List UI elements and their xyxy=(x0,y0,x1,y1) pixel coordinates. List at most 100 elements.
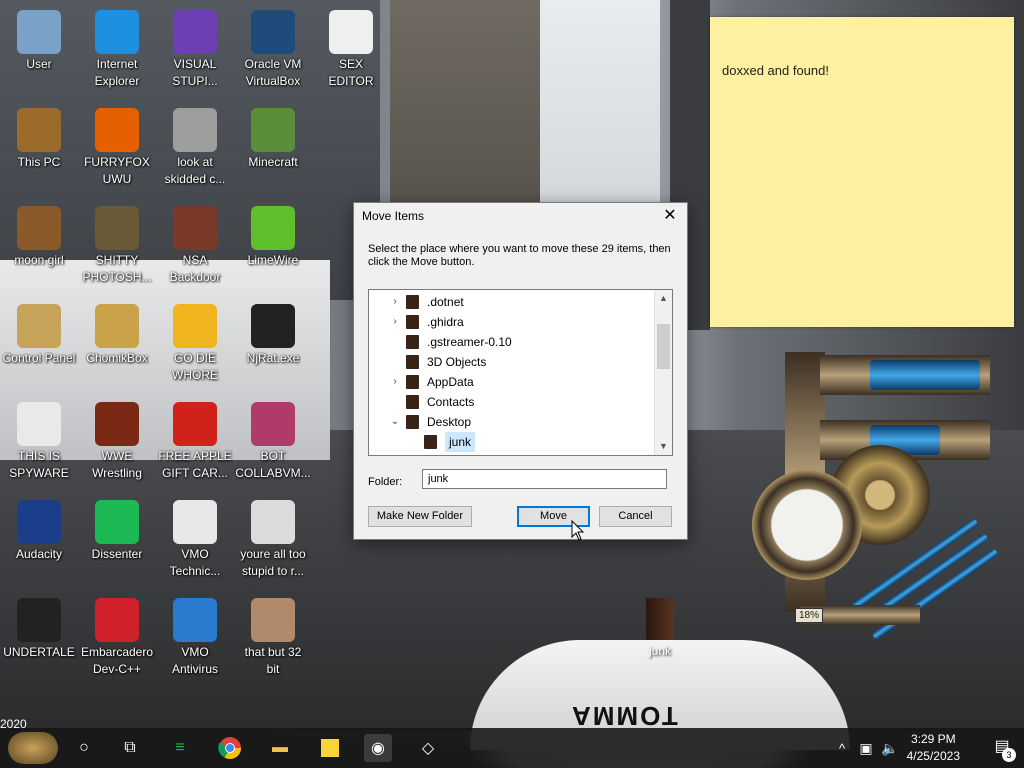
folder-icon xyxy=(406,375,419,389)
desktop-icon-label: VMO Antivirus xyxy=(171,645,218,676)
desktop-icon-label: Dissenter xyxy=(91,547,143,561)
cancel-button[interactable]: Cancel xyxy=(599,506,672,527)
chevron-down-icon[interactable]: ⌄ xyxy=(389,412,401,432)
grass-block-icon xyxy=(251,108,295,152)
desktop-icon-virtualbox[interactable]: Oracle VM VirtualBox xyxy=(234,10,312,90)
desktop-icon-dissenter[interactable]: Dissenter xyxy=(78,500,156,563)
system-clock[interactable]: 3:29 PM 4/25/2023 xyxy=(907,731,960,765)
edge-icon xyxy=(95,10,139,54)
notification-icon[interactable]: ▤ 3 xyxy=(990,736,1016,762)
move-items-dialog[interactable]: Move Items ✕ Select the place where you … xyxy=(353,202,688,540)
desktop-icon-control-panel[interactable]: Control Panel xyxy=(0,304,78,367)
tree-item-junk[interactable]: junk xyxy=(369,432,649,452)
tree-item-ghidra[interactable]: › .ghidra xyxy=(369,312,649,332)
tree-item-label: .dotnet xyxy=(427,295,464,309)
scroll-up-icon[interactable]: ▲ xyxy=(655,290,672,307)
gadget-tube xyxy=(870,360,980,390)
task-view-icon[interactable]: ⧉ xyxy=(116,734,144,762)
scroll-thumb[interactable] xyxy=(657,324,670,369)
search-icon[interactable]: ○ xyxy=(70,734,98,762)
desktop-icon-label: WWE Wrestling xyxy=(92,449,142,480)
desktop-icon-vmo-technician[interactable]: VMO Technic... xyxy=(156,500,234,580)
desktop-icon-label: look at skidded c... xyxy=(164,155,226,186)
desktop-icon-internet-explorer[interactable]: Internet Explorer xyxy=(78,10,156,90)
make-new-folder-button[interactable]: Make New Folder xyxy=(368,506,472,527)
desktop-icon-label: Audacity xyxy=(15,547,63,561)
tree-item-gstreamer-0-10[interactable]: .gstreamer-0.10 xyxy=(369,332,649,352)
desktop-icon-label: FURRYFOX UWU xyxy=(84,155,150,186)
folder-label: Folder: xyxy=(368,476,403,488)
tree-item-desktop[interactable]: ⌄ Desktop xyxy=(369,412,649,432)
sticky-note[interactable]: doxxed and found! xyxy=(710,17,1014,327)
desktop-icon-undertale[interactable]: UNDERTALE xyxy=(0,598,78,661)
skull-icon xyxy=(251,304,295,348)
desktop-icon-label: ChomikBox xyxy=(86,351,148,365)
tree-item-dotnet[interactable]: › .dotnet xyxy=(369,292,649,312)
scroll-down-icon[interactable]: ▼ xyxy=(655,438,672,455)
folder-icon xyxy=(646,598,674,640)
hamster-icon xyxy=(95,304,139,348)
firefox-icon xyxy=(95,108,139,152)
webcam-icon[interactable]: ◉ xyxy=(364,734,392,762)
desktop-icon-njrat[interactable]: NjRat.exe xyxy=(234,304,312,367)
tree-item-3d-objects[interactable]: 3D Objects xyxy=(369,352,649,372)
desktop-junk-label: junk xyxy=(648,644,671,658)
gimp-icon xyxy=(95,206,139,250)
desktop-icon-skidded[interactable]: look at skidded c... xyxy=(156,108,234,188)
control-panel-icon xyxy=(17,304,61,348)
desktop-junk-folder[interactable]: junk xyxy=(630,598,690,658)
desktop-icon-furryfox[interactable]: FURRYFOX UWU xyxy=(78,108,156,188)
spotify-icon[interactable]: ≡ xyxy=(166,734,194,762)
folder-tree[interactable]: › .dotnet › .ghidra .gstreamer-0.10 3D Object… xyxy=(368,289,673,456)
desktop-icon-bot-collab[interactable]: BOT COLLABVM... xyxy=(234,402,312,482)
desktop-icon-minecraft[interactable]: Minecraft xyxy=(234,108,312,171)
sticky-note-text[interactable]: doxxed and found! xyxy=(722,63,829,78)
apple-icon xyxy=(173,402,217,446)
desktop-icon-user[interactable]: User xyxy=(0,10,78,73)
desktop-icon-devcpp[interactable]: Embarcadero Dev-C++ xyxy=(78,598,156,678)
desktop-icon-gimp[interactable]: SHITTY PHOTOSH... xyxy=(78,206,156,286)
chevron-right-icon[interactable]: › xyxy=(389,292,401,312)
desktop-icon-free-apple[interactable]: FREE APPLE GIFT CAR... xyxy=(156,402,234,482)
desktop-icon-this-pc[interactable]: This PC xyxy=(0,108,78,171)
computer-icon xyxy=(17,108,61,152)
volume-muted-icon[interactable]: 🔈 xyxy=(876,734,904,762)
desktop-icon-chomikbox[interactable]: ChomikBox xyxy=(78,304,156,367)
desktop-icon-chrome[interactable]: THIS IS SPYWARE xyxy=(0,402,78,482)
tree-item-label: .ghidra xyxy=(427,315,464,329)
limewire-icon xyxy=(251,206,295,250)
tree-item-appdata[interactable]: › AppData xyxy=(369,372,649,392)
chevron-right-icon[interactable]: › xyxy=(389,372,401,392)
chrome-icon[interactable] xyxy=(216,734,244,762)
desktop-icon-audacity[interactable]: Audacity xyxy=(0,500,78,563)
chevron-right-icon[interactable]: › xyxy=(389,312,401,332)
chest-icon xyxy=(173,206,217,250)
desktop-icon-visual-studio[interactable]: VISUAL STUPI... xyxy=(156,10,234,90)
desktop-icon-vmo-antivirus[interactable]: VMO Antivirus xyxy=(156,598,234,678)
tree-item-label: .gstreamer-0.10 xyxy=(427,335,512,349)
tree-item-contacts[interactable]: Contacts xyxy=(369,392,649,412)
spotify-icon xyxy=(95,500,139,544)
desktop-icon-label: LimeWire xyxy=(247,253,299,267)
sticky-notes-icon[interactable] xyxy=(316,734,344,762)
unity-icon[interactable]: ◇ xyxy=(414,734,442,762)
desktop-icon-wwe[interactable]: WWE Wrestling xyxy=(78,402,156,482)
desktop-icon-nsa-backdoor[interactable]: NSA Backdoor xyxy=(156,206,234,286)
desktop-icon-moon-girl[interactable]: moon girl xyxy=(0,206,78,269)
desktop-icon-label: Embarcadero Dev-C++ xyxy=(80,645,154,676)
desktop-icon-go-die[interactable]: GO DIE WHORE xyxy=(156,304,234,384)
desktop-icon-sex-editor[interactable]: SEX EDITOR xyxy=(312,10,390,90)
desktop-icon-stupid[interactable]: youre all too stupid to r... xyxy=(234,500,312,580)
desktop-icon-32bit[interactable]: that but 32 bit xyxy=(234,598,312,678)
shield-icon xyxy=(173,598,217,642)
desktop-icon-limewire[interactable]: LimeWire xyxy=(234,206,312,269)
tree-scrollbar[interactable]: ▲ ▼ xyxy=(654,290,672,455)
folder-field[interactable]: junk xyxy=(422,469,667,489)
close-icon[interactable]: ✕ xyxy=(659,205,681,227)
tree-item-label: 3D Objects xyxy=(427,355,487,369)
doctor-icon xyxy=(173,500,217,544)
start-button[interactable] xyxy=(8,732,58,764)
file-explorer-icon[interactable]: ▬ xyxy=(266,734,294,762)
folder-icon xyxy=(424,435,437,449)
unity-icon xyxy=(17,598,61,642)
